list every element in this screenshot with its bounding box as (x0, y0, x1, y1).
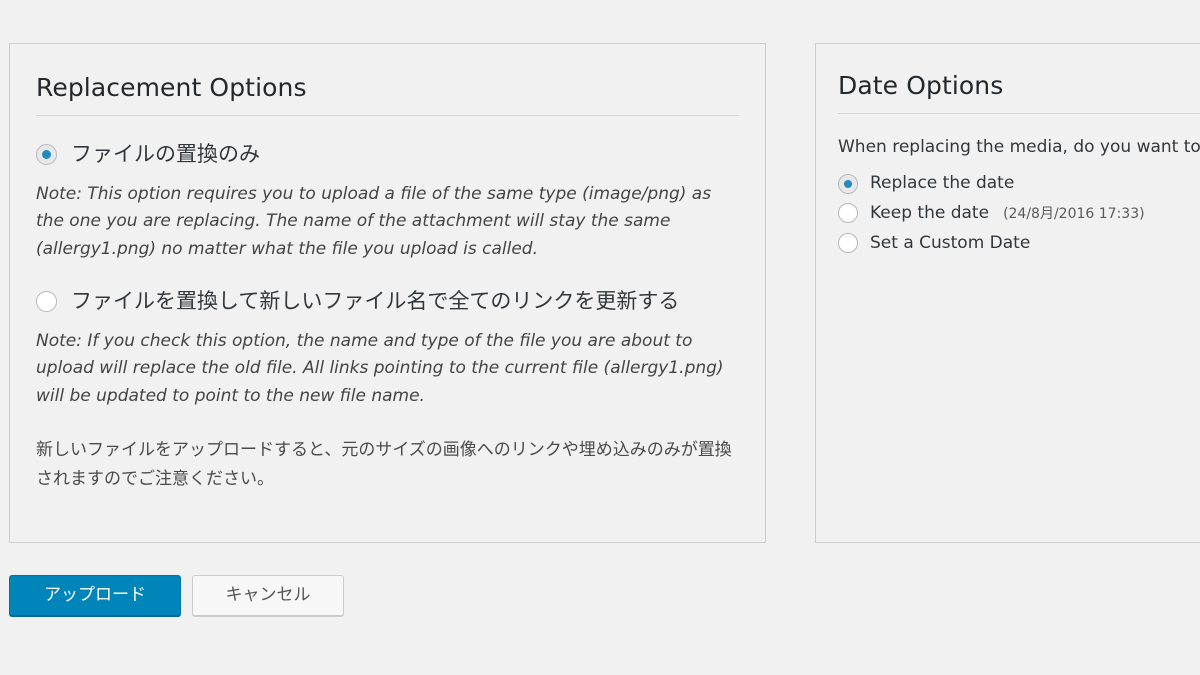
radio-label-replace-the-date: Replace the date (870, 173, 1015, 194)
replacement-footer-note: 新しいファイルをアップロードすると、元のサイズの画像へのリンクや埋め込みのみが置… (36, 440, 732, 489)
radio-label-replace-and-update-links: ファイルを置換して新しいファイル名で全てのリンクを更新する (71, 289, 680, 314)
date-options-divider (838, 113, 1200, 115)
date-options-title: Date Options (838, 71, 1004, 100)
radio-option-replace-and-update-links[interactable]: ファイルを置換して新しいファイル名で全てのリンクを更新する (36, 287, 739, 315)
radio-icon-set-custom-date[interactable] (838, 233, 858, 254)
radio-icon-replace-the-date[interactable] (838, 173, 858, 194)
radio-label-keep-the-date: Keep the date (870, 202, 990, 223)
date-options-intro: When replacing the media, do you want to… (838, 137, 1200, 158)
radio-option-set-custom-date[interactable]: Set a Custom Date (838, 232, 1200, 255)
note-replace-and-update-links: Note: If you check this option, the name… (36, 330, 724, 406)
cancel-button[interactable]: キャンセル (192, 575, 344, 616)
radio-icon-replace-and-update-links[interactable] (36, 290, 57, 312)
keep-the-date-timestamp: (24/8月/2016 17:33) (1003, 206, 1145, 223)
replacement-options-title: Replacement Options (36, 73, 307, 102)
replacement-options-divider (36, 115, 739, 117)
media-replace-screen: Replacement Options ファイルの置換のみ Note: This… (0, 0, 1200, 675)
upload-button[interactable]: アップロード (9, 575, 181, 616)
radio-icon-keep-the-date[interactable] (838, 203, 858, 224)
date-options-panel: Date Options When replacing the media, d… (815, 43, 1200, 543)
radio-icon-replace-file-only[interactable] (36, 143, 57, 165)
radio-label-replace-file-only: ファイルの置換のみ (71, 142, 260, 167)
radio-label-set-custom-date: Set a Custom Date (870, 232, 1031, 253)
replacement-options-panel: Replacement Options ファイルの置換のみ Note: This… (9, 43, 766, 543)
note-replace-file-only: Note: This option requires you to upload… (36, 183, 712, 259)
radio-option-keep-the-date[interactable]: Keep the date (24/8月/2016 17:33) (838, 202, 1200, 225)
action-button-bar: アップロード キャンセル (9, 575, 344, 616)
radio-option-replace-the-date[interactable]: Replace the date (838, 172, 1200, 195)
radio-option-replace-file-only[interactable]: ファイルの置換のみ (36, 140, 739, 168)
